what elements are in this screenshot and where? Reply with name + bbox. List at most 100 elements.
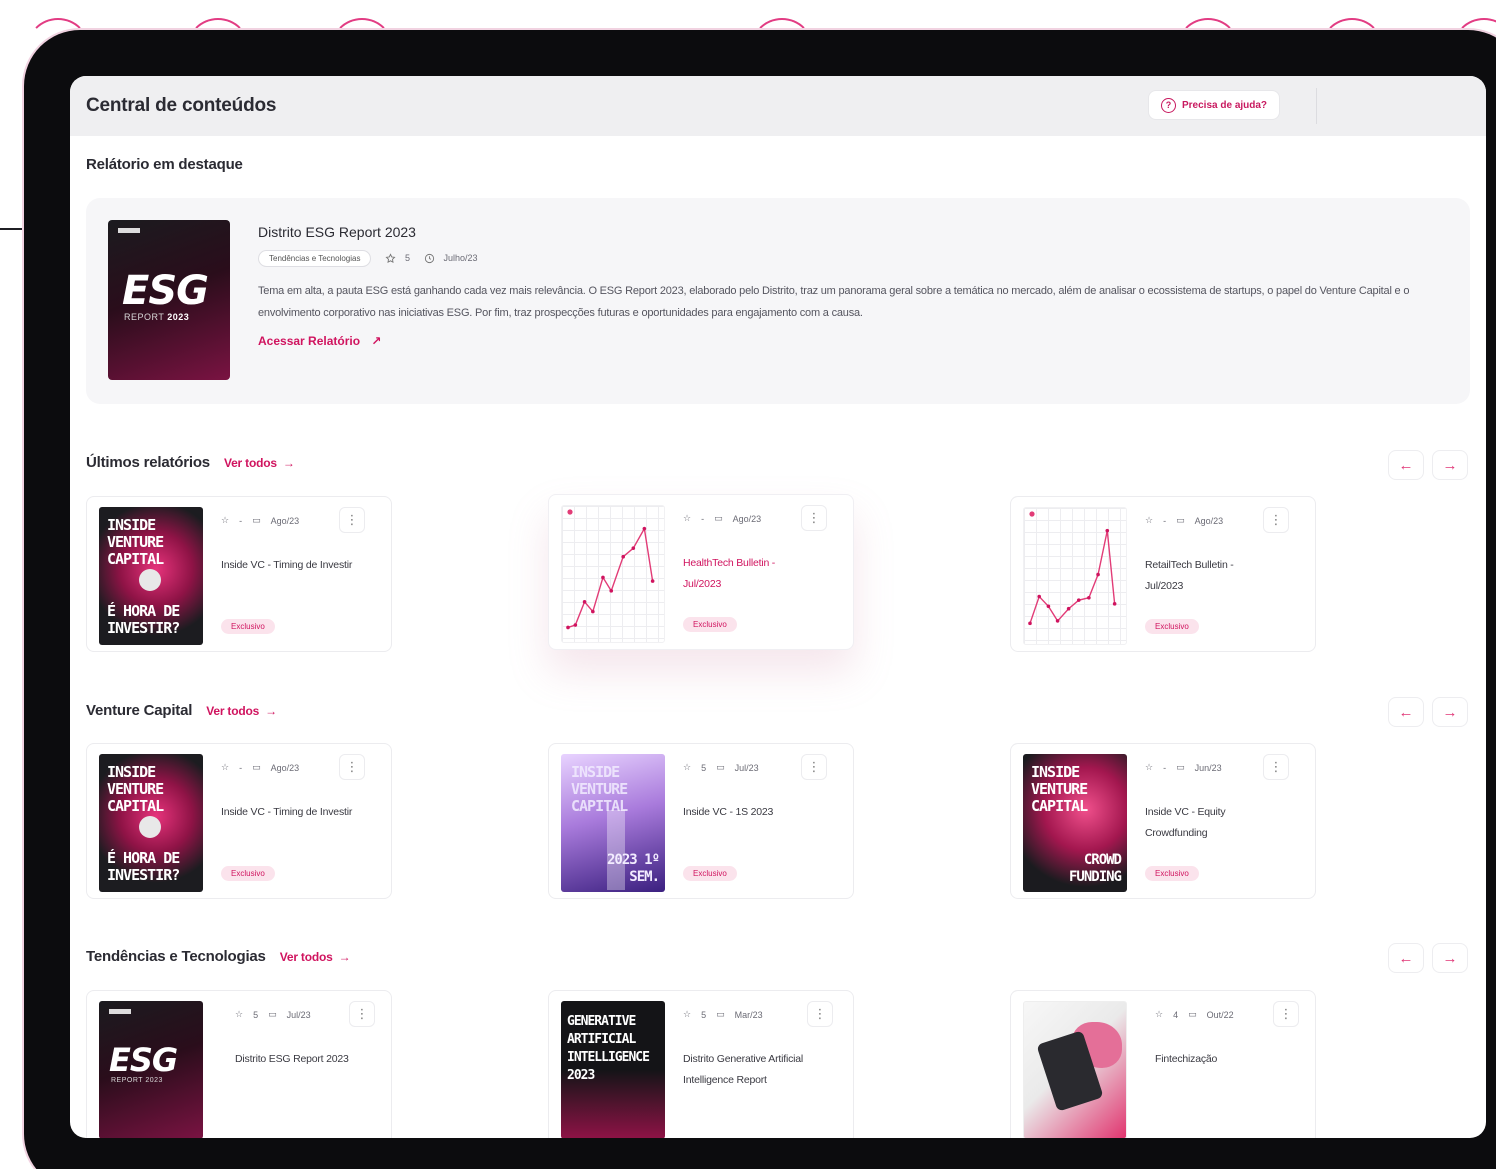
- thumb-text: INSIDE VENTURE CAPITAL: [107, 763, 164, 815]
- featured-report-meta: Tendências e Tecnologias 5 Julho/23: [258, 250, 478, 267]
- card-title[interactable]: Distrito Generative Artificial Intellige…: [683, 1049, 847, 1091]
- more-options-button[interactable]: ⋮: [339, 507, 365, 533]
- card-meta: ☆ 4 ▭ Out/22: [1155, 1009, 1234, 1020]
- brand-logo: [109, 1009, 131, 1014]
- sparkline-marker: [567, 509, 573, 515]
- thumb-text: GENERATIVE ARTIFICIAL INTELLIGENCE 2023: [567, 1014, 650, 1083]
- carousel-prev-button[interactable]: ←: [1388, 450, 1424, 480]
- sparkline-point: [1087, 595, 1091, 600]
- category-tag: Tendências e Tecnologias: [258, 250, 372, 267]
- report-card[interactable]: ☆ 4 ▭ Out/22 ⋮ Fintechização: [1010, 990, 1316, 1138]
- report-thumbnail: [1023, 1001, 1127, 1138]
- featured-report-title[interactable]: Distrito ESG Report 2023: [258, 224, 416, 240]
- exclusive-badge: Exclusivo: [1145, 619, 1199, 634]
- date-value: Jul/23: [286, 1009, 311, 1020]
- card-meta: ☆ - ▭ Ago/23: [221, 762, 299, 773]
- card-title[interactable]: HealthTech Bulletin - Jul/2023: [683, 553, 803, 595]
- access-report-link[interactable]: Acessar Relatório ↗: [258, 334, 381, 348]
- report-card[interactable]: GENERATIVE ARTIFICIAL INTELLIGENCE 2023 …: [548, 990, 854, 1138]
- report-card[interactable]: ☆ - ▭ Ago/23 ⋮ RetailTech Bulletin - Jul/2…: [1010, 496, 1316, 652]
- more-options-button[interactable]: ⋮: [1263, 507, 1289, 533]
- calendar-icon: ▭: [252, 762, 261, 772]
- more-options-button[interactable]: ⋮: [1273, 1001, 1299, 1027]
- carousel-prev-button[interactable]: ←: [1388, 943, 1424, 973]
- sparkline-point: [631, 546, 636, 550]
- calendar-icon: ▭: [1176, 762, 1185, 772]
- section-title-latest: Últimos relatórios Ver todos →: [86, 454, 295, 471]
- card-title[interactable]: Inside VC - Timing de Investir: [221, 802, 381, 823]
- rating-value: -: [239, 515, 243, 526]
- carousel-controls: ← →: [1388, 450, 1468, 480]
- more-options-button[interactable]: ⋮: [1263, 754, 1289, 780]
- sparkline-point: [566, 625, 570, 630]
- rating-value: -: [239, 762, 243, 773]
- sparkline-point: [1112, 602, 1117, 606]
- report-card[interactable]: INSIDE VENTURE CAPITAL 2023 1º SEM. ☆ 5 ▭…: [548, 743, 854, 899]
- rating-value: 5: [701, 1009, 707, 1020]
- date-value: Out/22: [1206, 1009, 1234, 1020]
- sparkline-point: [621, 554, 625, 559]
- calendar-icon: ▭: [714, 513, 723, 523]
- help-button[interactable]: ? Precisa de ajuda?: [1148, 90, 1281, 120]
- report-card[interactable]: INSIDE VENTURE CAPITAL É HORA DE INVESTI…: [86, 743, 392, 899]
- card-title[interactable]: Fintechização: [1155, 1049, 1315, 1070]
- thumb-text: REPORT 2023: [111, 1077, 163, 1084]
- cover-title: ESG: [122, 268, 209, 314]
- topbar-divider: [1316, 88, 1317, 124]
- sparkline-point: [582, 600, 587, 604]
- more-options-button[interactable]: ⋮: [807, 1001, 833, 1027]
- card-title[interactable]: RetailTech Bulletin - Jul/2023: [1145, 555, 1265, 597]
- date-value: Jul/23: [734, 762, 759, 773]
- see-all-link[interactable]: Ver todos →: [224, 456, 295, 470]
- section-label: Tendências e Tecnologias: [86, 948, 266, 965]
- carousel-controls: ← →: [1388, 697, 1468, 727]
- section-label: Últimos relatórios: [86, 454, 210, 471]
- star-icon: ☆: [221, 515, 230, 525]
- help-icon: ?: [1161, 97, 1176, 113]
- card-title[interactable]: Inside VC - 1S 2023: [683, 802, 843, 823]
- carousel-next-button[interactable]: →: [1432, 697, 1468, 727]
- star-icon: [385, 253, 396, 264]
- more-options-button[interactable]: ⋮: [339, 754, 365, 780]
- arrow-right-icon: →: [338, 949, 351, 964]
- thumb-text: É HORA DE INVESTIR?: [107, 849, 180, 884]
- star-icon: ☆: [1145, 762, 1154, 772]
- sparkline-point: [601, 575, 605, 580]
- featured-section-label: Relátorio em destaque: [86, 156, 243, 173]
- sparkline-point: [1046, 604, 1051, 609]
- star-icon: ☆: [1155, 1009, 1164, 1019]
- see-all-link[interactable]: Ver todos →: [280, 950, 351, 964]
- calendar-icon: ▭: [268, 1009, 277, 1019]
- report-card[interactable]: INSIDE VENTURE CAPITAL É HORA DE INVESTI…: [86, 496, 392, 652]
- more-options-button[interactable]: ⋮: [801, 505, 827, 531]
- sparkline-line: [1029, 530, 1116, 624]
- date-value: Mar/23: [734, 1009, 763, 1020]
- publish-date: Julho/23: [424, 253, 478, 264]
- date-value: Ago/23: [1194, 515, 1224, 526]
- featured-section-title: Relátorio em destaque: [86, 156, 243, 173]
- thumb-text: INSIDE VENTURE CAPITAL: [571, 763, 628, 815]
- carousel-next-button[interactable]: →: [1432, 943, 1468, 973]
- report-card[interactable]: ESG REPORT 2023 ☆ 5 ▭ Jul/23 ⋮ Distrito ES…: [86, 990, 392, 1138]
- card-title[interactable]: Inside VC - Timing de Investir: [221, 555, 381, 576]
- more-options-button[interactable]: ⋮: [801, 754, 827, 780]
- report-card[interactable]: INSIDE VENTURE CAPITAL CROWD FUNDING ☆ - …: [1010, 743, 1316, 899]
- rating-value: 5: [253, 1009, 259, 1020]
- see-all-link[interactable]: Ver todos →: [206, 704, 277, 718]
- star-icon: ☆: [1145, 515, 1154, 525]
- sparkline-point: [573, 623, 578, 627]
- card-title[interactable]: Distrito ESG Report 2023: [235, 1049, 395, 1070]
- top-bar: Central de conteúdos ? Precisa de ajuda?: [70, 76, 1486, 136]
- rating: 5: [385, 253, 410, 264]
- star-icon: ☆: [235, 1009, 244, 1019]
- more-options-button[interactable]: ⋮: [349, 1001, 375, 1027]
- featured-report-cover[interactable]: ESG REPORT 2023: [108, 220, 230, 380]
- date-value: Ago/23: [732, 513, 762, 524]
- carousel-next-button[interactable]: →: [1432, 450, 1468, 480]
- card-title[interactable]: Inside VC - Equity Crowdfunding: [1145, 802, 1265, 844]
- star-icon: ☆: [683, 762, 692, 772]
- brand-logo: [118, 228, 140, 233]
- carousel-prev-button[interactable]: ←: [1388, 697, 1424, 727]
- report-card[interactable]: ☆ - ▭ Ago/23 ⋮ HealthTech Bulletin - Jul/2…: [548, 494, 854, 650]
- card-meta: ☆ - ▭ Ago/23: [221, 515, 299, 526]
